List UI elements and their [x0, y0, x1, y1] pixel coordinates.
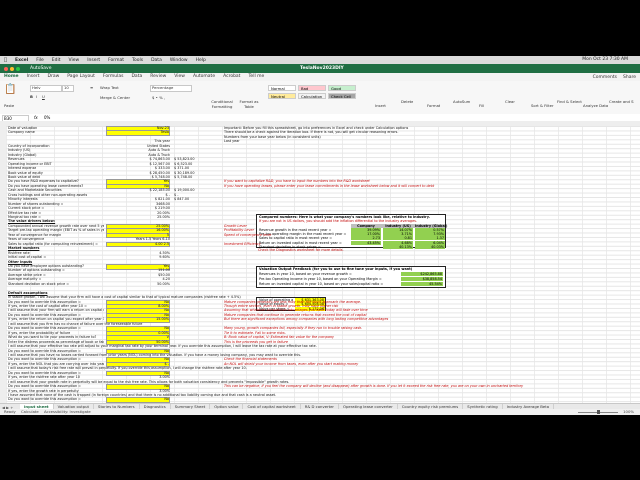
- status-ready: Ready: [4, 409, 16, 414]
- percent-button[interactable]: $ • % ,: [152, 95, 165, 100]
- worksheet-grid[interactable]: Compared numbers: Here is what your comp…: [0, 121, 640, 403]
- cell-style-neutral[interactable]: Neutral: [268, 93, 296, 99]
- autosave-toggle[interactable]: AutoSave: [30, 66, 52, 71]
- ribbon-home: 📋 Paste Helv 10 B I U ≡ Wrap Text Merge …: [0, 81, 640, 115]
- tab-data[interactable]: Data: [127, 73, 146, 81]
- function-icon[interactable]: fx: [34, 115, 38, 120]
- italic-button[interactable]: I: [36, 94, 37, 99]
- ribbon-format-button[interactable]: Format: [427, 103, 440, 108]
- menu-clock: Mon Oct 23 7:30 AM: [582, 57, 628, 62]
- ribbon-find-select-button[interactable]: Find & Select: [557, 99, 582, 104]
- tab-automate[interactable]: Automate: [189, 73, 219, 81]
- cell-style-good[interactable]: Good: [328, 85, 356, 91]
- tab-draw[interactable]: Draw: [44, 73, 64, 81]
- cell-style-check-cell[interactable]: Check Cell: [328, 93, 356, 99]
- ribbon-fill-button[interactable]: Fill: [479, 103, 484, 108]
- tab-view[interactable]: View: [170, 73, 189, 81]
- menu-item-help[interactable]: Help: [196, 58, 206, 63]
- font-name-select[interactable]: Helv: [32, 85, 41, 90]
- number-format-select[interactable]: Percentage: [152, 85, 173, 90]
- conditional-formatting-button[interactable]: Conditional Formatting: [210, 99, 234, 109]
- tab-page-layout[interactable]: Page Layout: [63, 73, 99, 81]
- title-bar: AutoSave TeslaNov2023DIY: [0, 64, 640, 73]
- row-label: Do you want to override this assumption …: [8, 397, 82, 402]
- close-window-button[interactable]: [4, 66, 8, 71]
- formula-input[interactable]: 0%: [44, 115, 50, 120]
- wrap-text-button[interactable]: Wrap Text: [100, 85, 119, 90]
- ribbon-create-and-share-adobe-pdf-button[interactable]: Create and Share Adobe PDF: [609, 99, 634, 104]
- ribbon-sort-filter-button[interactable]: Sort & Filter: [531, 103, 554, 108]
- apple-icon[interactable]: : [4, 57, 7, 63]
- menu-item-data[interactable]: Data: [151, 58, 162, 63]
- ribbon-analyze-data-button[interactable]: Analyze Data: [583, 103, 608, 108]
- ribbon-tabs: Home Insert Draw Page Layout Formulas Data Rev…: [0, 73, 640, 82]
- paste-icon[interactable]: 📋: [4, 84, 16, 95]
- zoom-slider-handle[interactable]: [597, 410, 600, 414]
- paste-label[interactable]: Paste: [4, 103, 14, 108]
- status-bar: Ready Calculate Accessibility: Investiga…: [0, 409, 640, 415]
- align-top-icon[interactable]: ≡: [90, 85, 93, 90]
- excel-window:  Excel File Edit View Insert Format Tools Dat…: [0, 56, 640, 415]
- ribbon-autosum-button[interactable]: AutoSum: [453, 99, 470, 104]
- menu-item-format[interactable]: Format: [108, 58, 124, 63]
- tab-acrobat[interactable]: Acrobat: [219, 73, 244, 81]
- menu-app-name[interactable]: Excel: [15, 58, 28, 63]
- minimize-window-button[interactable]: [10, 66, 14, 71]
- workbook-title: TeslaNov2023DIY: [300, 66, 344, 71]
- menu-item-tools[interactable]: Tools: [132, 58, 143, 63]
- menu-item-window[interactable]: Window: [170, 58, 188, 63]
- tab-formulas[interactable]: Formulas: [99, 73, 128, 81]
- menu-item-file[interactable]: File: [36, 58, 44, 63]
- underline-button[interactable]: U: [42, 94, 45, 99]
- menu-item-edit[interactable]: Edit: [52, 58, 61, 63]
- bold-button[interactable]: B: [30, 94, 33, 99]
- menu-item-insert[interactable]: Insert: [87, 58, 100, 63]
- font-size-select[interactable]: 10: [64, 85, 69, 90]
- status-accessibility[interactable]: Accessibility: Investigate: [44, 409, 91, 414]
- tab-review[interactable]: Review: [146, 73, 170, 81]
- tab-insert[interactable]: Insert: [23, 73, 44, 81]
- tab-tell-me[interactable]: Tell me: [244, 73, 268, 81]
- mac-menu-bar:  Excel File Edit View Insert Format Tools Dat…: [0, 56, 640, 64]
- cell-style-normal[interactable]: Normal: [268, 85, 296, 91]
- cell-style-bad[interactable]: Bad: [298, 85, 326, 91]
- comments-button[interactable]: Comments: [593, 75, 617, 80]
- share-button[interactable]: Share: [623, 75, 636, 80]
- cell-area[interactable]: Compared numbers: Here is what your comp…: [6, 126, 640, 403]
- ribbon-delete-button[interactable]: Delete: [401, 99, 413, 104]
- merge-center-button[interactable]: Merge & Center: [100, 95, 130, 100]
- cell-style-calculation[interactable]: Calculation: [298, 93, 326, 99]
- maximize-window-button[interactable]: [16, 66, 20, 71]
- ribbon-clear-button[interactable]: Clear: [505, 99, 515, 104]
- ribbon-insert-button[interactable]: Insert: [375, 103, 386, 108]
- input-row: Do you want to override this assumption …: [6, 397, 640, 403]
- zoom-level[interactable]: 100%: [623, 409, 634, 415]
- status-calculate[interactable]: Calculate: [21, 409, 39, 414]
- format-as-table-button[interactable]: Format as Table: [238, 99, 260, 109]
- menu-item-view[interactable]: View: [69, 58, 80, 63]
